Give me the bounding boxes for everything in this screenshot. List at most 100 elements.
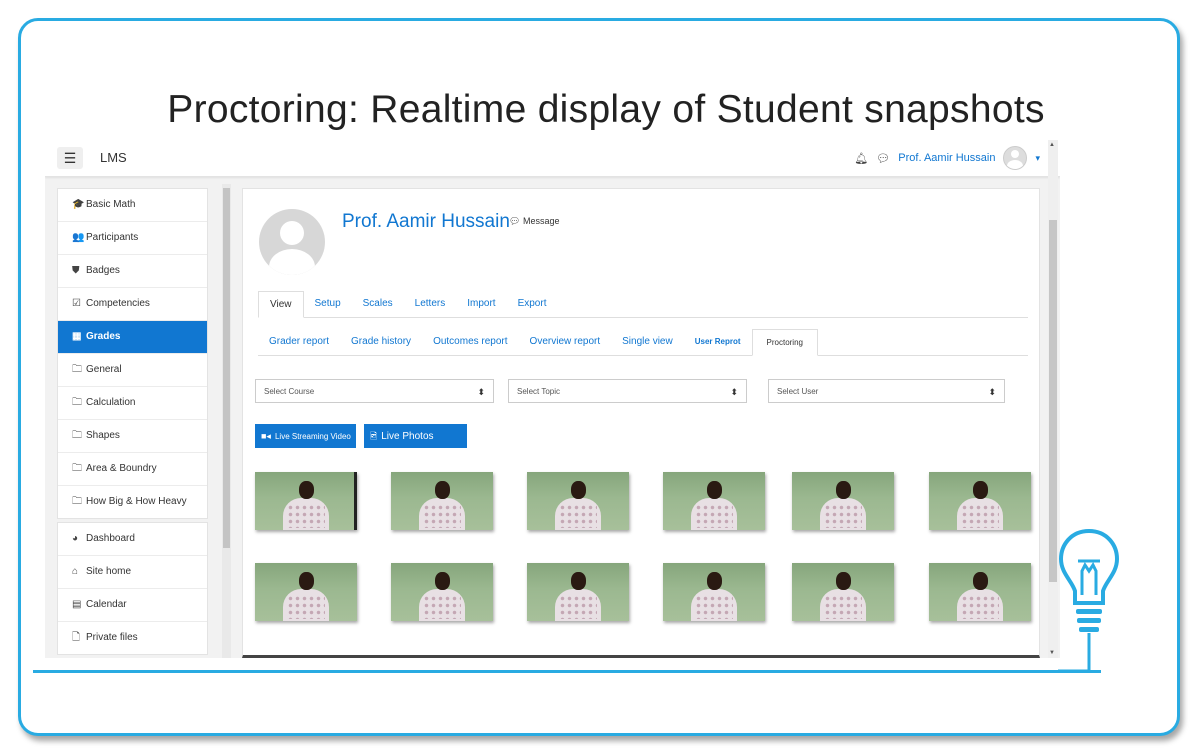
student-snapshot[interactable] [929,563,1031,621]
live-photos-label: Live Photos [381,431,434,442]
select-user[interactable]: Select User ⬍ [768,379,1005,403]
profile-name[interactable]: Prof. Aamir Hussain [342,211,510,233]
tab-user-reprot[interactable]: User Reprot [684,329,752,355]
graduation-cap-icon: 🎓 [72,199,85,210]
select-arrow-icon: ⬍ [988,387,996,397]
lms-screenshot: ☰ LMS 🔔︎ 💬︎ Prof. Aamir Hussain ▾ 🎓 Basic… [45,140,1060,658]
folder-icon: 🗀 [72,430,82,441]
secondary-tabs: Grader report Grade history Outcomes repor… [258,329,1028,356]
brand-name[interactable]: LMS [100,150,127,165]
chat-icon[interactable]: 💬︎ [876,152,890,165]
student-snapshot[interactable] [527,472,629,530]
table-icon: ▦ [72,331,82,342]
student-snapshot[interactable] [391,472,493,530]
snapshot-gallery [255,472,1031,632]
student-snapshot[interactable] [663,563,765,621]
tab-overview-report[interactable]: Overview report [519,329,612,355]
sidebar-item-label: Basic Math [86,199,136,210]
sidebar-item-label: Shapes [86,430,120,441]
sidebar-item-how-big-how-heavy[interactable]: 🗀 How Big & How Heavy [58,486,207,518]
sidebar-item-label: Dashboard [86,533,135,544]
snapshot-pattern [287,595,325,619]
tab-single-view[interactable]: Single view [611,329,684,355]
profile-avatar [259,209,325,275]
select-user-label: Select User [777,387,819,396]
sidebar-item-badges[interactable]: ⛊ Badges [58,255,207,288]
sidebar-item-label: Calendar [86,599,127,610]
student-snapshot[interactable] [527,563,629,621]
live-streaming-video-button[interactable]: ■◂ Live Streaming Video [255,424,356,448]
student-snapshot[interactable] [391,563,493,621]
lightbulb-icon [1058,528,1120,673]
sidebar-item-participants[interactable]: 👥 Participants [58,222,207,255]
sidebar-item-grades[interactable]: ▦ Grades [58,321,207,354]
snapshot-pattern [559,504,597,528]
scrollbar-thumb[interactable] [223,188,230,548]
sidebar-item-general[interactable]: 🗀 General [58,354,207,387]
scrollbar-thumb[interactable] [1049,220,1057,582]
sidebar-item-calendar[interactable]: ▤ Calendar [58,589,207,622]
snapshot-pattern [824,595,862,619]
sidebar-item-basic-math[interactable]: 🎓 Basic Math [58,189,207,222]
user-menu: 🔔︎ 💬︎ Prof. Aamir Hussain ▾ [854,146,1040,170]
snapshot-head [299,572,314,590]
message-link[interactable]: 💬︎ Message [509,216,559,227]
tab-grade-history[interactable]: Grade history [340,329,422,355]
student-snapshot[interactable] [663,472,765,530]
scroll-up-icon[interactable]: ▲ [1049,142,1055,148]
snapshot-head [973,572,988,590]
live-photos-button[interactable]: 🖻 Live Photos [364,424,467,448]
shield-icon: ⛊ [72,265,80,276]
student-snapshot[interactable] [255,472,357,530]
student-snapshot[interactable] [792,472,894,530]
message-label: Message [522,216,560,226]
tab-letters[interactable]: Letters [404,291,457,317]
sidebar-scrollbar[interactable] [222,184,231,658]
sidebar-item-private-files[interactable]: 🗋 Private files [58,622,207,654]
sidebar-item-label: Participants [86,232,139,243]
snapshot-pattern [287,504,325,528]
student-snapshot[interactable] [929,472,1031,530]
tab-import[interactable]: Import [456,291,506,317]
calendar-icon: ▤ [72,599,82,610]
sidebar-item-label: Badges [86,265,120,276]
sidebar-item-dashboard[interactable]: ◕ Dashboard [58,523,207,556]
tab-proctoring[interactable]: Proctoring [751,329,818,356]
snapshot-head [707,481,722,499]
select-course-label: Select Course [264,387,315,396]
tab-grader-report[interactable]: Grader report [258,329,340,355]
student-snapshot[interactable] [792,563,894,621]
snapshot-pattern [423,504,461,528]
user-name-link[interactable]: Prof. Aamir Hussain [898,152,995,164]
sidebar-item-shapes[interactable]: 🗀 Shapes [58,420,207,453]
sidebar-item-label: Private files [86,632,138,643]
snapshot-head [571,572,586,590]
chevron-down-icon[interactable]: ▾ [1035,153,1040,164]
decorative-line [33,670,1101,673]
user-avatar[interactable] [1003,146,1028,170]
sidebar-item-site-home[interactable]: ⌂ Site home [58,556,207,589]
tab-outcomes-report[interactable]: Outcomes report [422,329,518,355]
page-scrollbar[interactable]: ▲ ▼ [1048,140,1058,658]
main-card: Prof. Aamir Hussain 💬︎ Message View Setup… [242,188,1040,658]
select-course[interactable]: Select Course ⬍ [255,379,494,403]
users-icon: 👥 [72,232,85,243]
hamburger-icon[interactable]: ☰ [57,147,83,169]
tab-view[interactable]: View [258,291,304,318]
video-camera-icon: ■◂ [261,431,271,441]
bell-icon[interactable]: 🔔︎ [854,152,868,165]
sidebar-item-competencies[interactable]: ☑ Competencies [58,288,207,321]
student-snapshot[interactable] [255,563,357,621]
sidebar-item-label: General [86,364,122,375]
select-topic[interactable]: Select Topic ⬍ [508,379,747,403]
tab-setup[interactable]: Setup [304,291,352,317]
tab-scales[interactable]: Scales [352,291,404,317]
scroll-down-icon[interactable]: ▼ [1049,650,1055,656]
top-navbar: ☰ LMS 🔔︎ 💬︎ Prof. Aamir Hussain ▾ [45,140,1060,177]
sidebar-item-label: Grades [86,331,121,342]
primary-tabs: View Setup Scales Letters Import Export [258,291,1028,318]
snapshot-pattern [695,504,733,528]
tab-export[interactable]: Export [507,291,558,317]
sidebar-item-calculation[interactable]: 🗀 Calculation [58,387,207,420]
sidebar-item-area-boundry[interactable]: 🗀 Area & Boundry [58,453,207,486]
